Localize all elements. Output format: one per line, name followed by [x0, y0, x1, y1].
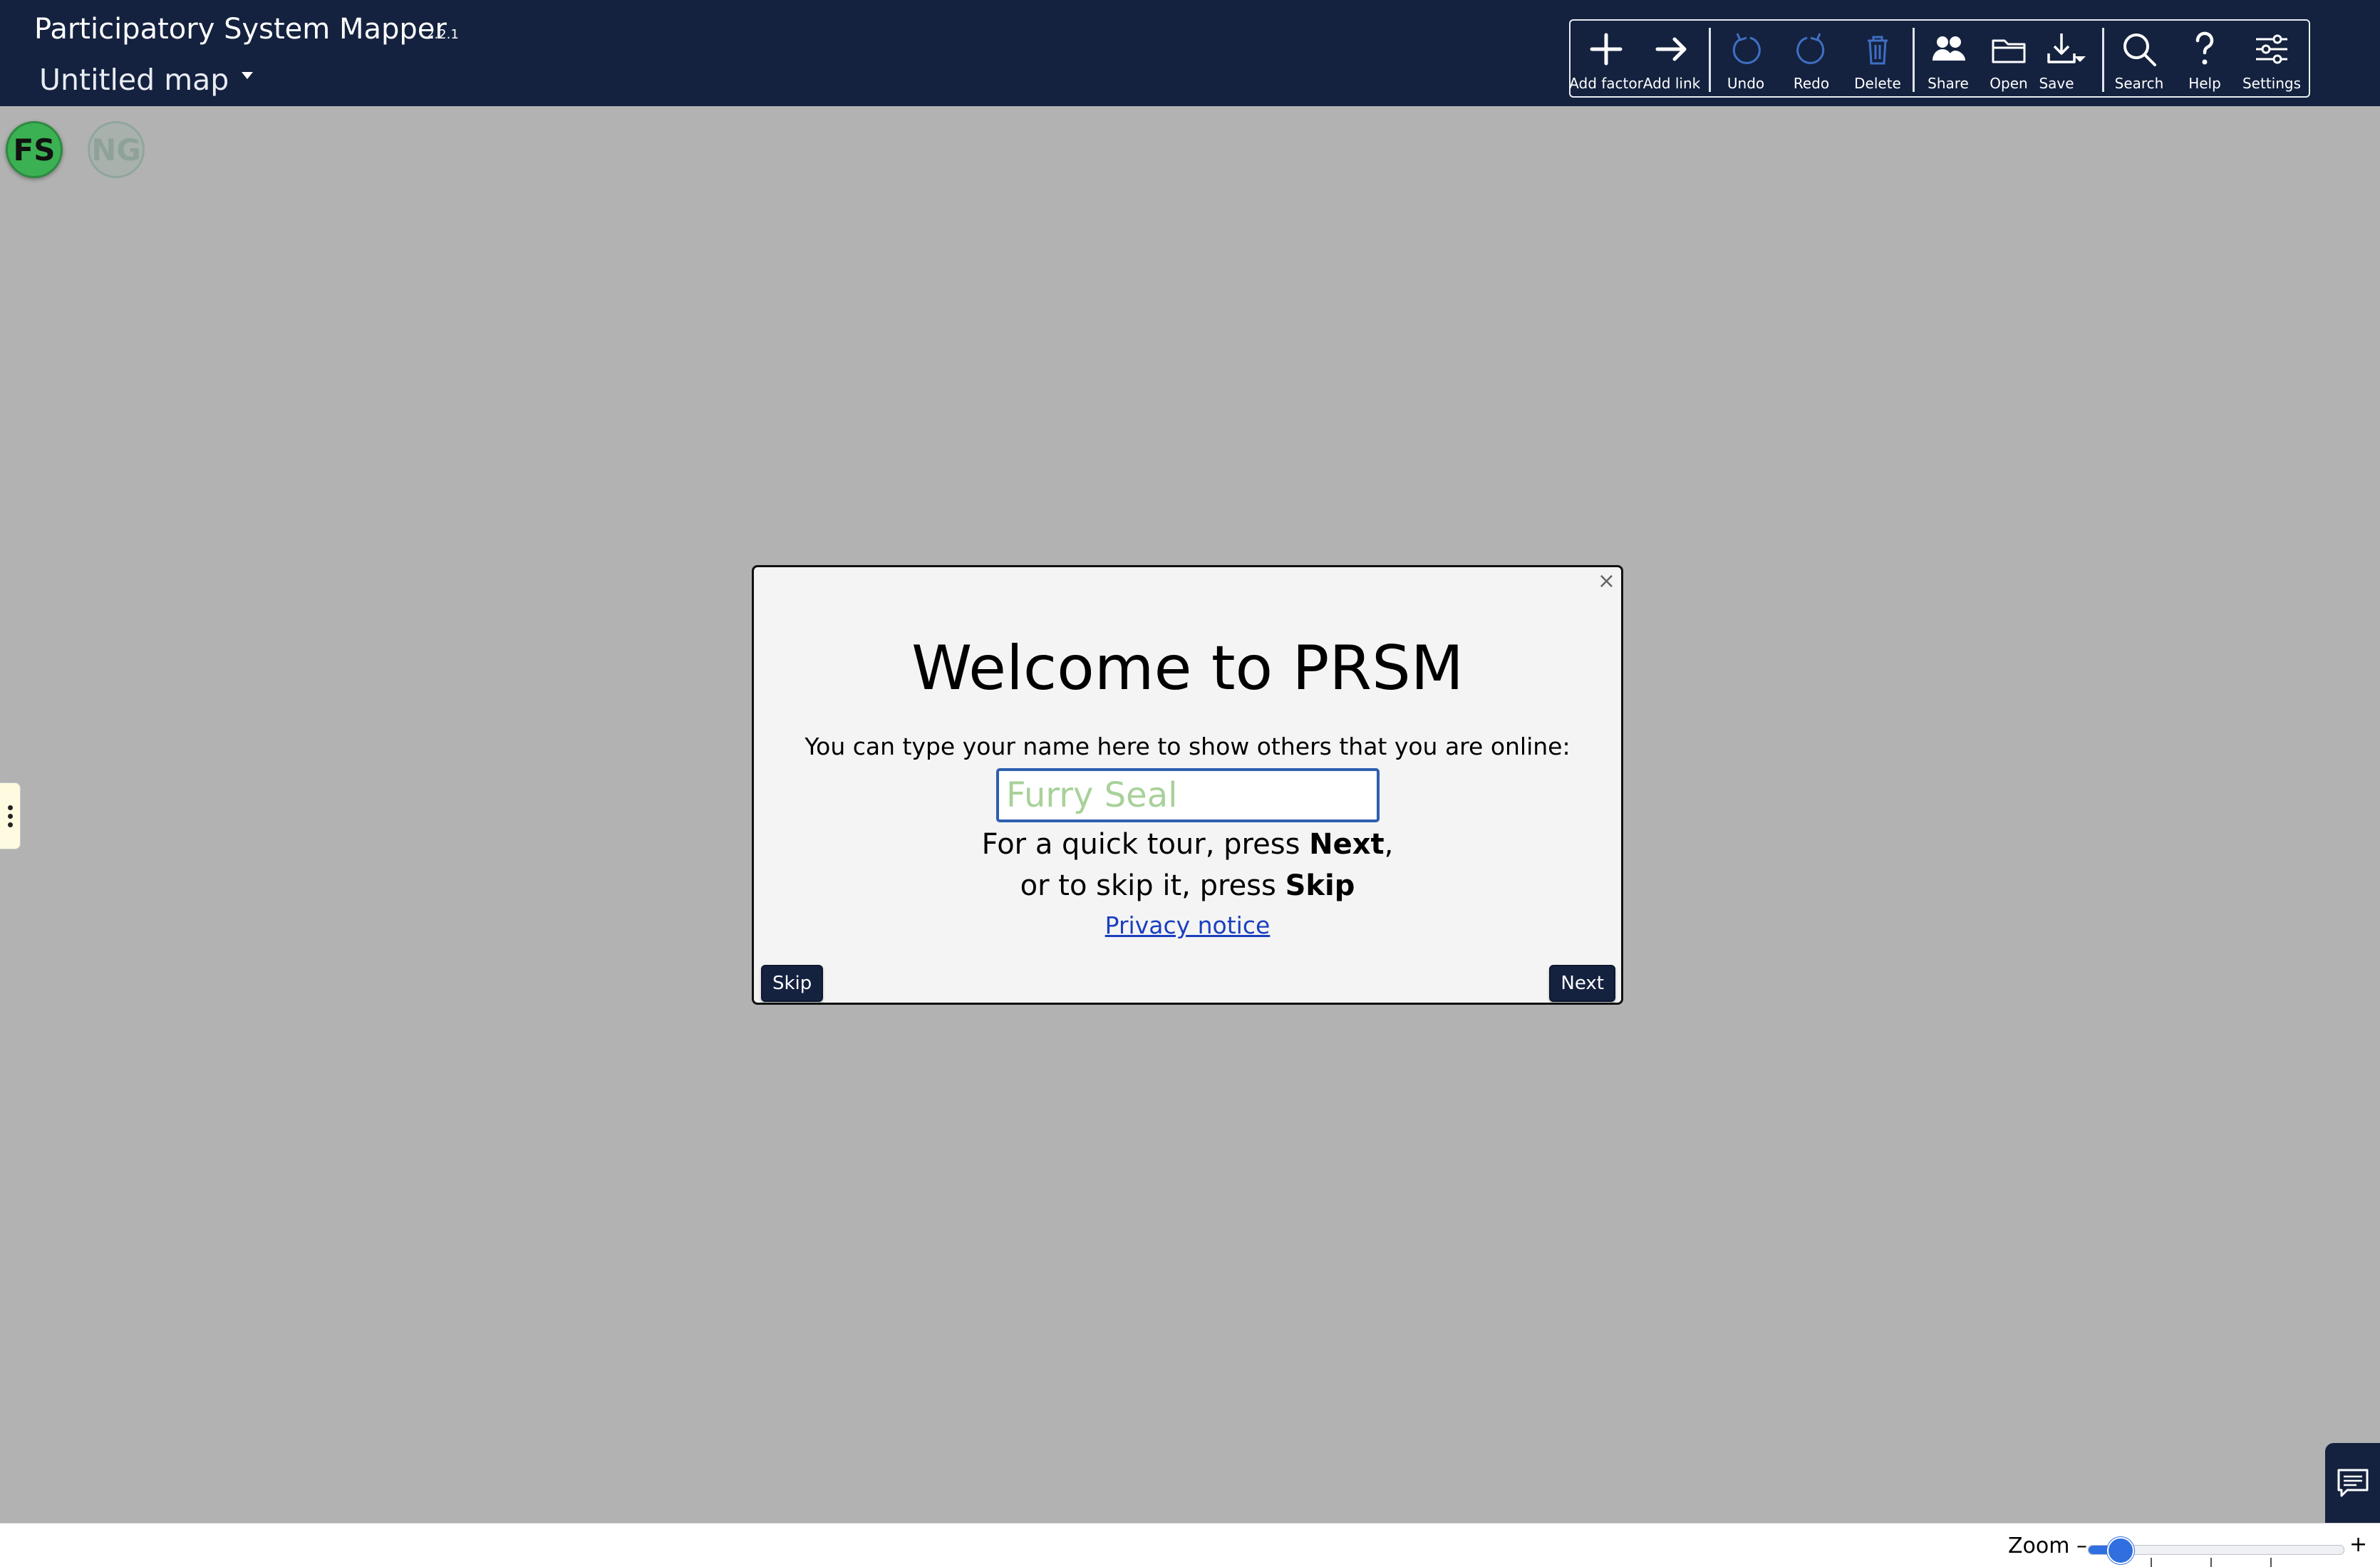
handle-dot: [7, 805, 13, 810]
folder-icon: [1992, 39, 2026, 63]
redo-icon: [1796, 33, 1825, 64]
skip-button[interactable]: Skip: [761, 965, 824, 1002]
zoom-plus-label: +: [2349, 1532, 2368, 1557]
zoom-label: Zoom –: [2008, 1534, 2088, 1558]
zoom-slider-thumb[interactable]: [2106, 1537, 2134, 1564]
side-panel-handle[interactable]: [0, 782, 21, 849]
version-label: 2.2.1: [426, 27, 459, 42]
welcome-dialog: × Welcome to PRSM You can type your name…: [752, 565, 1623, 1005]
arrow-right-icon: [1655, 37, 1687, 61]
save-button[interactable]: Save: [2035, 25, 2096, 96]
close-icon[interactable]: ×: [1598, 569, 1615, 594]
question-icon: [2195, 31, 2214, 65]
map-title[interactable]: Untitled map: [39, 63, 229, 97]
caret-down-icon[interactable]: [242, 72, 254, 79]
add-factor-button[interactable]: Add factor: [1569, 25, 1643, 96]
zoom-tick: [2210, 1558, 2212, 1567]
add-link-button[interactable]: Add link: [1642, 25, 1701, 96]
save-label: Save: [2039, 75, 2074, 92]
top-navbar: Participatory System Mapper 2.2.1 Untitl…: [0, 0, 2380, 106]
undo-icon: [1732, 33, 1761, 64]
people-icon: [1933, 36, 1965, 61]
redo-button[interactable]: Redo: [1783, 25, 1840, 96]
trash-icon: [1868, 36, 1888, 65]
open-button[interactable]: Open: [1984, 25, 2034, 96]
tour-instruction-line1: For a quick tour, press Next,: [981, 828, 1394, 861]
toolbar-divider: [1709, 28, 1711, 92]
chat-icon: [2337, 1469, 2368, 1497]
toolbar-divider: [1913, 28, 1915, 92]
zoom-slider[interactable]: [2088, 1537, 2344, 1564]
add-link-label: Add link: [1642, 75, 1701, 92]
plus-icon: [1590, 33, 1623, 66]
name-prompt: You can type your name here to show othe…: [804, 733, 1571, 760]
map-title-dropdown[interactable]: Untitled map: [39, 63, 254, 97]
app-title: Participatory System Mapper: [34, 13, 447, 46]
search-button[interactable]: Search: [2109, 25, 2169, 96]
zoom-tick: [2151, 1558, 2152, 1567]
undo-label: Undo: [1727, 75, 1765, 92]
search-label: Search: [2114, 75, 2164, 92]
delete-button[interactable]: Delete: [1848, 25, 1907, 96]
avatar-self[interactable]: FS: [6, 121, 63, 178]
chat-button[interactable]: [2325, 1443, 2380, 1523]
delete-label: Delete: [1854, 75, 1901, 92]
toolbar: Add factor Add link Undo Redo Delete Sha…: [1569, 19, 2310, 98]
help-button[interactable]: Help: [2178, 25, 2232, 96]
search-icon: [2123, 33, 2156, 66]
settings-label: Settings: [2242, 75, 2302, 92]
download-icon: [2047, 33, 2086, 63]
help-label: Help: [2188, 75, 2221, 92]
tour-instruction-line2: or to skip it, press Skip: [1020, 869, 1355, 902]
share-label: Share: [1928, 75, 1969, 92]
zoom-tick: [2270, 1558, 2272, 1567]
bottom-bar: Zoom – +: [0, 1523, 2380, 1567]
next-button[interactable]: Next: [1549, 965, 1615, 1002]
user-name-input[interactable]: [996, 768, 1380, 822]
undo-button[interactable]: Undo: [1717, 25, 1774, 96]
handle-dot: [7, 822, 13, 827]
avatar-other-user[interactable]: NG: [88, 121, 145, 178]
toolbar-divider: [2102, 28, 2104, 92]
settings-button[interactable]: Settings: [2237, 25, 2306, 96]
share-button[interactable]: Share: [1921, 25, 1975, 96]
handle-dot: [7, 813, 13, 819]
welcome-heading: Welcome to PRSM: [911, 633, 1464, 704]
sliders-icon: [2256, 34, 2287, 64]
add-factor-label: Add factor: [1569, 75, 1643, 92]
open-label: Open: [1990, 75, 2028, 92]
redo-label: Redo: [1793, 75, 1830, 92]
privacy-notice-link[interactable]: Privacy notice: [754, 911, 1621, 939]
